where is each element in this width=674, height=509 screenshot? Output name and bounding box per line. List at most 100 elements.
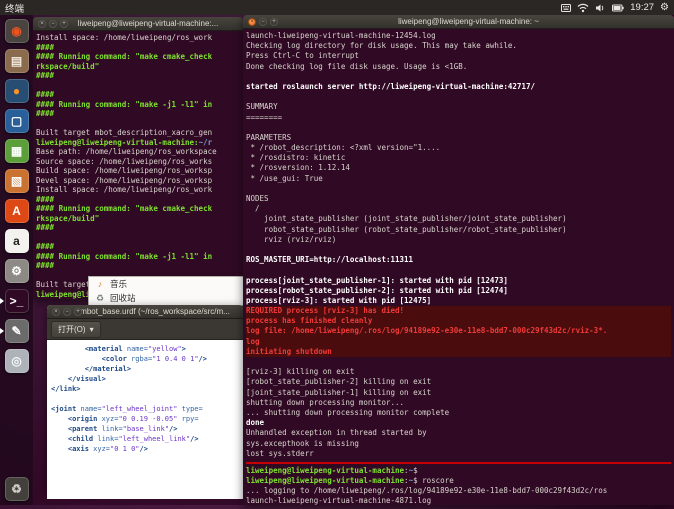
libreoffice-impress-icon: ▧ xyxy=(10,174,23,188)
right-terminal-body[interactable]: launch-liweipeng-virtual-machine-12454.l… xyxy=(243,29,674,509)
text-line: log xyxy=(246,336,671,347)
text-line: started roslaunch server http://liweipen… xyxy=(246,81,535,91)
text-line xyxy=(246,357,671,367)
text-line: liweipeng@liweipeng-virtual-machine:~$ r… xyxy=(246,476,454,486)
text-line: #### xyxy=(36,223,55,232)
gedit-window-buttons: × − + xyxy=(52,307,82,316)
wifi-icon[interactable] xyxy=(577,3,589,13)
text-line xyxy=(36,233,240,243)
right-terminal-titlebar[interactable]: × − + liweipeng@liweipeng-virtual-machin… xyxy=(243,15,674,29)
text-line: [rviz-3] killing on exit xyxy=(246,367,355,377)
text-line: [robot_state_publisher-2] killing on exi… xyxy=(246,377,432,387)
places-item-music[interactable]: ♪ 音乐 xyxy=(89,277,243,291)
right-terminal-window[interactable]: × − + liweipeng@liweipeng-virtual-machin… xyxy=(243,15,674,505)
text-line: ROS_MASTER_URI=http://localhost:11311 xyxy=(246,255,414,265)
text-line: * /robot_description: <?xml version="1..… xyxy=(246,143,441,153)
launcher: ◉ ▤ ● ▢ ▦ ▧ Aa ⚙ >_ ✎ ◎ ♻ xyxy=(0,15,33,505)
close-icon[interactable]: × xyxy=(38,19,46,28)
text-line: / xyxy=(246,204,260,214)
text-line: [joint_state_publisher-1] killing on exi… xyxy=(246,387,432,397)
launcher-item-libreoffice-impress[interactable]: ▧ xyxy=(4,169,29,193)
text-line: <axis xyz="0 1 0"/> xyxy=(67,445,148,453)
text-line: #### xyxy=(36,42,55,52)
files-icon: ▤ xyxy=(10,54,23,68)
ubuntu-software-icon: A xyxy=(12,204,21,218)
right-terminal-window-buttons: × − + xyxy=(248,17,278,26)
panel-app-title: 终端 xyxy=(5,3,25,15)
text-line: robot_state_publisher (robot_state_publi… xyxy=(246,224,567,234)
launcher-item-libreoffice-writer[interactable]: ▢ xyxy=(4,109,29,133)
text-line: </visual> xyxy=(67,375,106,383)
text-line: * /rosversion: 1.12.14 xyxy=(246,163,350,173)
text-line: Base path: /home/liweipeng/ros_workspace xyxy=(36,147,217,156)
gedit-window[interactable]: × − + mbot_base.urdf (~/ros_workspace/sr… xyxy=(47,305,243,499)
launcher-item-text-editor[interactable]: ✎ xyxy=(0,319,29,343)
red-divider xyxy=(246,461,671,464)
session-gear-icon[interactable]: ⚙ xyxy=(660,2,669,13)
volume-icon[interactable] xyxy=(595,3,606,13)
trash-icon: ♻ xyxy=(95,292,105,303)
text-line: process[robot_state_publisher-2]: starte… xyxy=(246,285,508,295)
text-line: lost sys.stderr xyxy=(246,448,314,458)
panel-indicators: 19:27 ⚙ xyxy=(561,2,669,13)
launcher-item-ubuntu-software[interactable]: A xyxy=(4,199,29,223)
launcher-item-system-settings[interactable]: ⚙ xyxy=(4,259,29,283)
text-line: <color rgba="1 0.4 0 1"/> xyxy=(101,355,207,363)
launcher-item-firefox[interactable]: ● xyxy=(4,79,29,103)
text-line xyxy=(36,119,240,129)
text-line: shutting down processing monitor... xyxy=(246,397,405,407)
open-button[interactable]: 打开(O) ▾ xyxy=(51,320,101,338)
right-terminal-title: liweipeng@liweipeng-virtual-machine: ~ xyxy=(398,17,539,26)
minimize-icon[interactable]: − xyxy=(49,19,57,28)
close-icon[interactable]: × xyxy=(52,307,60,316)
text-line xyxy=(246,184,671,194)
text-line: process has finished cleanly xyxy=(246,316,671,327)
text-line: liweipeng@liweipeng-virtual-machine:~/r xyxy=(36,137,213,147)
gedit-titlebar[interactable]: × − + mbot_base.urdf (~/ros_workspace/sr… xyxy=(47,305,243,319)
text-line: #### Running command: "make -j1 -l1" in xyxy=(36,251,213,261)
text-line: rkspace/build" xyxy=(36,213,100,223)
left-terminal-window-buttons: × − + xyxy=(38,19,68,28)
panel-clock[interactable]: 19:27 xyxy=(630,2,654,13)
text-line: PARAMETERS xyxy=(246,132,292,142)
left-terminal-body[interactable]: Install space: /home/liweipeng/ros_work #… xyxy=(33,31,243,301)
left-terminal-window[interactable]: × − + liweipeng@liweipeng-virtual-machin… xyxy=(33,17,243,299)
close-icon[interactable]: × xyxy=(248,17,256,26)
maximize-icon[interactable]: + xyxy=(270,17,278,26)
maximize-icon[interactable]: + xyxy=(74,307,82,316)
text-line xyxy=(246,123,671,133)
places-item-trash[interactable]: ♻ 回收站 xyxy=(89,291,243,305)
input-method-icon[interactable] xyxy=(561,3,572,13)
minimize-icon[interactable]: − xyxy=(259,17,267,26)
gedit-body[interactable]: <material name="yellow"> <color rgba="1 … xyxy=(47,340,243,499)
text-line: log file: /home/liweipeng/.ros/log/94189… xyxy=(246,326,671,337)
text-editor-icon: ✎ xyxy=(11,324,22,338)
maximize-icon[interactable]: + xyxy=(60,19,68,28)
launcher-item-files[interactable]: ▤ xyxy=(4,49,29,73)
battery-icon[interactable] xyxy=(612,4,624,12)
text-line: process[joint_state_publisher-1]: starte… xyxy=(246,275,508,285)
text-line: #### xyxy=(36,90,55,99)
launcher-item-dash[interactable]: ◉ xyxy=(4,19,29,43)
running-indicator xyxy=(0,298,4,304)
text-line: liweipeng@liweipeng-virtual-machine:~$ xyxy=(246,465,418,475)
text-line: #### Running command: "make cmake_check xyxy=(36,52,213,61)
launcher-item-dvd[interactable]: ◎ xyxy=(4,349,29,373)
text-line: initiating shutdown xyxy=(246,346,671,357)
left-terminal-title: liweipeng@liweipeng-virtual-machine:... xyxy=(77,19,219,28)
trash-icon: ♻ xyxy=(11,482,22,496)
text-line: * /use_gui: True xyxy=(246,173,323,183)
minimize-icon[interactable]: − xyxy=(63,307,71,316)
text-line xyxy=(246,72,671,82)
text-line: <parent link="base_link"/> xyxy=(67,425,178,433)
text-line: <material name="yellow"> xyxy=(84,345,186,353)
launcher-item-amazon[interactable]: a xyxy=(4,229,29,253)
left-terminal-titlebar[interactable]: × − + liweipeng@liweipeng-virtual-machin… xyxy=(33,17,243,31)
launcher-item-terminal[interactable]: >_ xyxy=(0,289,29,313)
text-line xyxy=(51,394,239,404)
launcher-item-libreoffice-calc[interactable]: ▦ xyxy=(4,139,29,163)
chevron-down-icon: ▾ xyxy=(89,324,94,334)
text-line: process[rviz-3]: started with pid [12475… xyxy=(246,295,432,305)
text-line: Install space: /home/liweipeng/ros_work xyxy=(36,33,213,42)
launcher-item-trash[interactable]: ♻ xyxy=(4,477,29,501)
